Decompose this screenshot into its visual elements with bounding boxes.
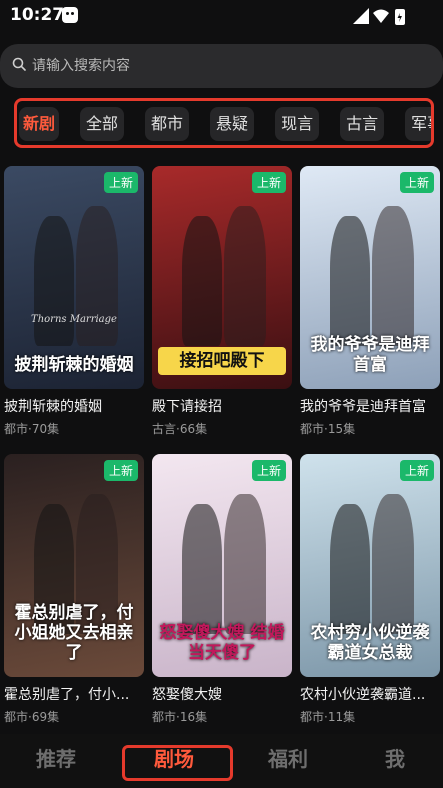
drama-meta: 都市·11集 xyxy=(300,710,356,724)
new-badge: 上新 xyxy=(399,460,434,481)
poster-title-art: 农村穷小伙逆袭霸道女总裁 xyxy=(310,623,430,663)
poster-figure xyxy=(76,206,118,346)
tab-1[interactable]: 全部 xyxy=(80,107,125,141)
drama-poster[interactable]: 接招吧殿下 上新 xyxy=(152,166,292,389)
nav-welfare[interactable]: 福利 xyxy=(268,743,308,772)
nav-me[interactable]: 我 xyxy=(385,743,405,772)
poster-title-art: 怒娶傻大嫂 结婚当天傻了 xyxy=(159,623,285,663)
drama-poster[interactable]: 我的爷爷是迪拜首富 上新 xyxy=(300,166,440,389)
poster-figure xyxy=(372,494,414,634)
new-badge: 上新 xyxy=(251,172,286,193)
poster-title-art: 霍总别虐了，付小姐她又去相亲了 xyxy=(14,603,134,663)
tab-5[interactable]: 古言 xyxy=(340,107,385,141)
drama-meta: 都市·70集 xyxy=(4,422,60,436)
drama-poster[interactable]: 披荆斩棘的婚姻 Thorns Marriage 上新 xyxy=(4,166,144,389)
poster-figure xyxy=(182,216,222,346)
drama-title[interactable]: 殿下请接招 xyxy=(152,396,292,416)
drama-poster[interactable]: 霍总别虐了，付小姐她又去相亲了 上新 xyxy=(4,454,144,677)
notification-icon xyxy=(62,7,78,23)
wifi-icon xyxy=(373,9,389,23)
poster-figure xyxy=(182,504,222,634)
search-input[interactable] xyxy=(32,44,422,88)
tab-0[interactable]: 新剧 xyxy=(19,107,60,141)
new-badge: 上新 xyxy=(251,460,286,481)
category-tabs: 新剧全部都市悬疑现言古言军事 xyxy=(14,98,434,148)
poster-figure xyxy=(34,216,74,346)
drama-card[interactable]: 我的爷爷是迪拜首富 上新我的爷爷是迪拜首富都市·15集 xyxy=(300,166,440,445)
new-badge: 上新 xyxy=(103,172,138,193)
drama-poster[interactable]: 农村穷小伙逆袭霸道女总裁 上新 xyxy=(300,454,440,677)
drama-title[interactable]: 霍总别虐了，付小... xyxy=(4,684,144,704)
poster-figure xyxy=(330,504,370,634)
signal-icon xyxy=(353,8,369,24)
system-status-icons xyxy=(353,8,405,25)
tab-2[interactable]: 都市 xyxy=(145,107,190,141)
poster-title-art: 披荆斩棘的婚姻 xyxy=(14,355,134,375)
status-time: 10:27 xyxy=(10,5,65,25)
poster-subtitle-art: Thorns Marriage xyxy=(31,314,117,325)
drama-title[interactable]: 我的爷爷是迪拜首富 xyxy=(300,396,440,416)
new-badge: 上新 xyxy=(103,460,138,481)
drama-card[interactable]: 披荆斩棘的婚姻 Thorns Marriage 上新披荆斩棘的婚姻都市·70集 xyxy=(4,166,144,445)
drama-title[interactable]: 农村小伙逆袭霸道... xyxy=(300,684,440,704)
drama-card[interactable]: 霍总别虐了，付小姐她又去相亲了 上新霍总别虐了，付小... 都市·69集 xyxy=(4,454,144,733)
new-badge: 上新 xyxy=(399,172,434,193)
poster-title-art: 我的爷爷是迪拜首富 xyxy=(310,335,430,375)
poster-figure xyxy=(224,206,266,346)
poster-figure xyxy=(330,216,370,346)
drama-card[interactable]: 农村穷小伙逆袭霸道女总裁 上新农村小伙逆袭霸道... 都市·11集 xyxy=(300,454,440,733)
drama-poster[interactable]: 怒娶傻大嫂 结婚当天傻了 上新 xyxy=(152,454,292,677)
drama-title[interactable]: 披荆斩棘的婚姻 xyxy=(4,396,144,416)
tab-4[interactable]: 现言 xyxy=(275,107,320,141)
drama-card[interactable]: 怒娶傻大嫂 结婚当天傻了 上新怒娶傻大嫂都市·16集 xyxy=(152,454,292,733)
drama-meta: 都市·15集 xyxy=(300,422,356,436)
poster-title-art: 接招吧殿下 xyxy=(158,347,286,375)
drama-card[interactable]: 接招吧殿下 上新殿下请接招古言·66集 xyxy=(152,166,292,445)
tab-3[interactable]: 悬疑 xyxy=(210,107,255,141)
drama-title[interactable]: 怒娶傻大嫂 xyxy=(152,684,292,704)
drama-grid: 披荆斩棘的婚姻 Thorns Marriage 上新 披荆斩棘的婚姻 都市·70集 接招吧… xyxy=(4,166,443,733)
status-bar: 10:27 xyxy=(0,0,443,32)
poster-figure xyxy=(224,494,266,634)
drama-meta: 都市·69集 xyxy=(4,710,60,724)
search-icon xyxy=(12,57,26,71)
search-bar[interactable] xyxy=(0,44,443,88)
nav-recommend[interactable]: 推荐 xyxy=(36,743,76,772)
nav-highlight-box xyxy=(122,745,233,781)
drama-meta: 都市·16集 xyxy=(152,710,208,724)
tab-6[interactable]: 军事 xyxy=(405,107,431,141)
drama-meta: 古言·66集 xyxy=(152,422,208,436)
poster-figure xyxy=(372,206,414,346)
